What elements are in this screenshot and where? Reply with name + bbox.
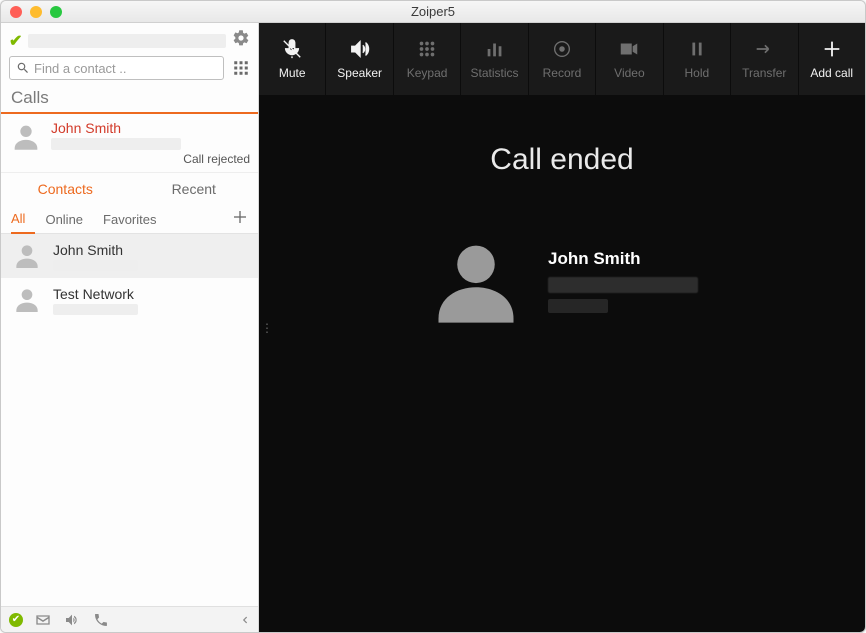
- call-contact-number-redacted: [548, 277, 698, 293]
- statistics-label: Statistics: [471, 66, 519, 80]
- contact-name: John Smith: [53, 242, 138, 258]
- mute-button[interactable]: Mute: [259, 23, 326, 95]
- video-icon: [618, 38, 640, 60]
- call-contact-name-large: John Smith: [548, 249, 698, 269]
- app-window: Zoiper5 ✔: [0, 0, 866, 633]
- contacts-filter-tabs: All Online Favorites: [1, 205, 258, 234]
- search-icon: [16, 61, 30, 75]
- contact-row[interactable]: Test Network: [1, 278, 258, 322]
- search-box[interactable]: [9, 56, 224, 80]
- hold-icon: [686, 38, 708, 60]
- active-call-row[interactable]: John Smith Call rejected: [1, 114, 258, 173]
- window-title: Zoiper5: [1, 4, 865, 19]
- statistics-icon: [484, 38, 506, 60]
- speaker-label: Speaker: [337, 66, 382, 80]
- speaker-button[interactable]: Speaker: [326, 23, 393, 95]
- record-label: Record: [543, 66, 582, 80]
- avatar-large-icon: [426, 231, 526, 331]
- gear-icon: [232, 29, 250, 47]
- plus-icon: [232, 209, 248, 225]
- account-label-redacted: [28, 34, 226, 48]
- plus-icon: [821, 38, 843, 60]
- keypad-label: Keypad: [407, 66, 448, 80]
- collapse-icon[interactable]: [240, 614, 250, 626]
- keypad-button[interactable]: Keypad: [394, 23, 461, 95]
- speaker-loud-icon: [349, 38, 371, 60]
- search-input[interactable]: [34, 61, 217, 76]
- tab-recent[interactable]: Recent: [130, 173, 259, 205]
- filter-favorites[interactable]: Favorites: [103, 206, 166, 233]
- status-ok-icon: ✔: [9, 613, 23, 627]
- transfer-icon: [753, 38, 775, 60]
- mail-icon[interactable]: [35, 612, 51, 628]
- call-contact-name: John Smith: [51, 120, 250, 136]
- keypad-icon: [416, 38, 438, 60]
- avatar-icon: [9, 120, 43, 154]
- transfer-label: Transfer: [742, 66, 786, 80]
- call-status-text: Call rejected: [51, 152, 250, 166]
- call-panel: ⋮ Mute Speaker Keypad Statistics: [259, 23, 865, 632]
- call-contact-number-redacted: [51, 138, 181, 150]
- panel-resize-handle[interactable]: ⋮: [261, 326, 273, 330]
- add-call-button[interactable]: Add call: [799, 23, 865, 95]
- hold-label: Hold: [685, 66, 710, 80]
- record-icon: [551, 38, 573, 60]
- contact-detail-redacted: [53, 304, 138, 315]
- contact-detail-redacted: [53, 260, 138, 271]
- video-button[interactable]: Video: [596, 23, 663, 95]
- contact-row[interactable]: John Smith: [1, 234, 258, 278]
- status-bar: ✔: [1, 606, 258, 632]
- titlebar: Zoiper5: [1, 1, 865, 23]
- video-label: Video: [614, 66, 644, 80]
- main-tabs: Contacts Recent: [1, 173, 258, 205]
- contact-name: Test Network: [53, 286, 138, 302]
- call-toolbar: Mute Speaker Keypad Statistics Record: [259, 23, 865, 95]
- contacts-list: John Smith Test Network: [1, 234, 258, 606]
- hold-button[interactable]: Hold: [664, 23, 731, 95]
- speaker-icon[interactable]: [63, 612, 81, 628]
- avatar-icon: [11, 240, 43, 272]
- mute-label: Mute: [279, 66, 306, 80]
- call-contact-block: John Smith: [426, 231, 698, 331]
- settings-button[interactable]: [232, 29, 250, 52]
- filter-all[interactable]: All: [11, 205, 35, 234]
- add-call-label: Add call: [810, 66, 853, 80]
- dialpad-button[interactable]: [232, 59, 250, 77]
- avatar-icon: [11, 284, 43, 316]
- tab-contacts[interactable]: Contacts: [1, 173, 130, 205]
- call-status-heading: Call ended: [490, 143, 633, 177]
- statistics-button[interactable]: Statistics: [461, 23, 528, 95]
- account-row: ✔: [1, 23, 258, 56]
- filter-online[interactable]: Online: [45, 206, 93, 233]
- phone-icon[interactable]: [93, 612, 109, 628]
- transfer-button[interactable]: Transfer: [731, 23, 798, 95]
- call-contact-detail-redacted: [548, 299, 608, 313]
- account-status-ok-icon: ✔: [9, 31, 22, 51]
- mute-icon: [281, 38, 303, 60]
- record-button[interactable]: Record: [529, 23, 596, 95]
- calls-section-header: Calls: [1, 86, 258, 114]
- add-contact-button[interactable]: [228, 209, 252, 229]
- dialpad-icon: [232, 59, 250, 77]
- sidebar: ✔: [1, 23, 259, 632]
